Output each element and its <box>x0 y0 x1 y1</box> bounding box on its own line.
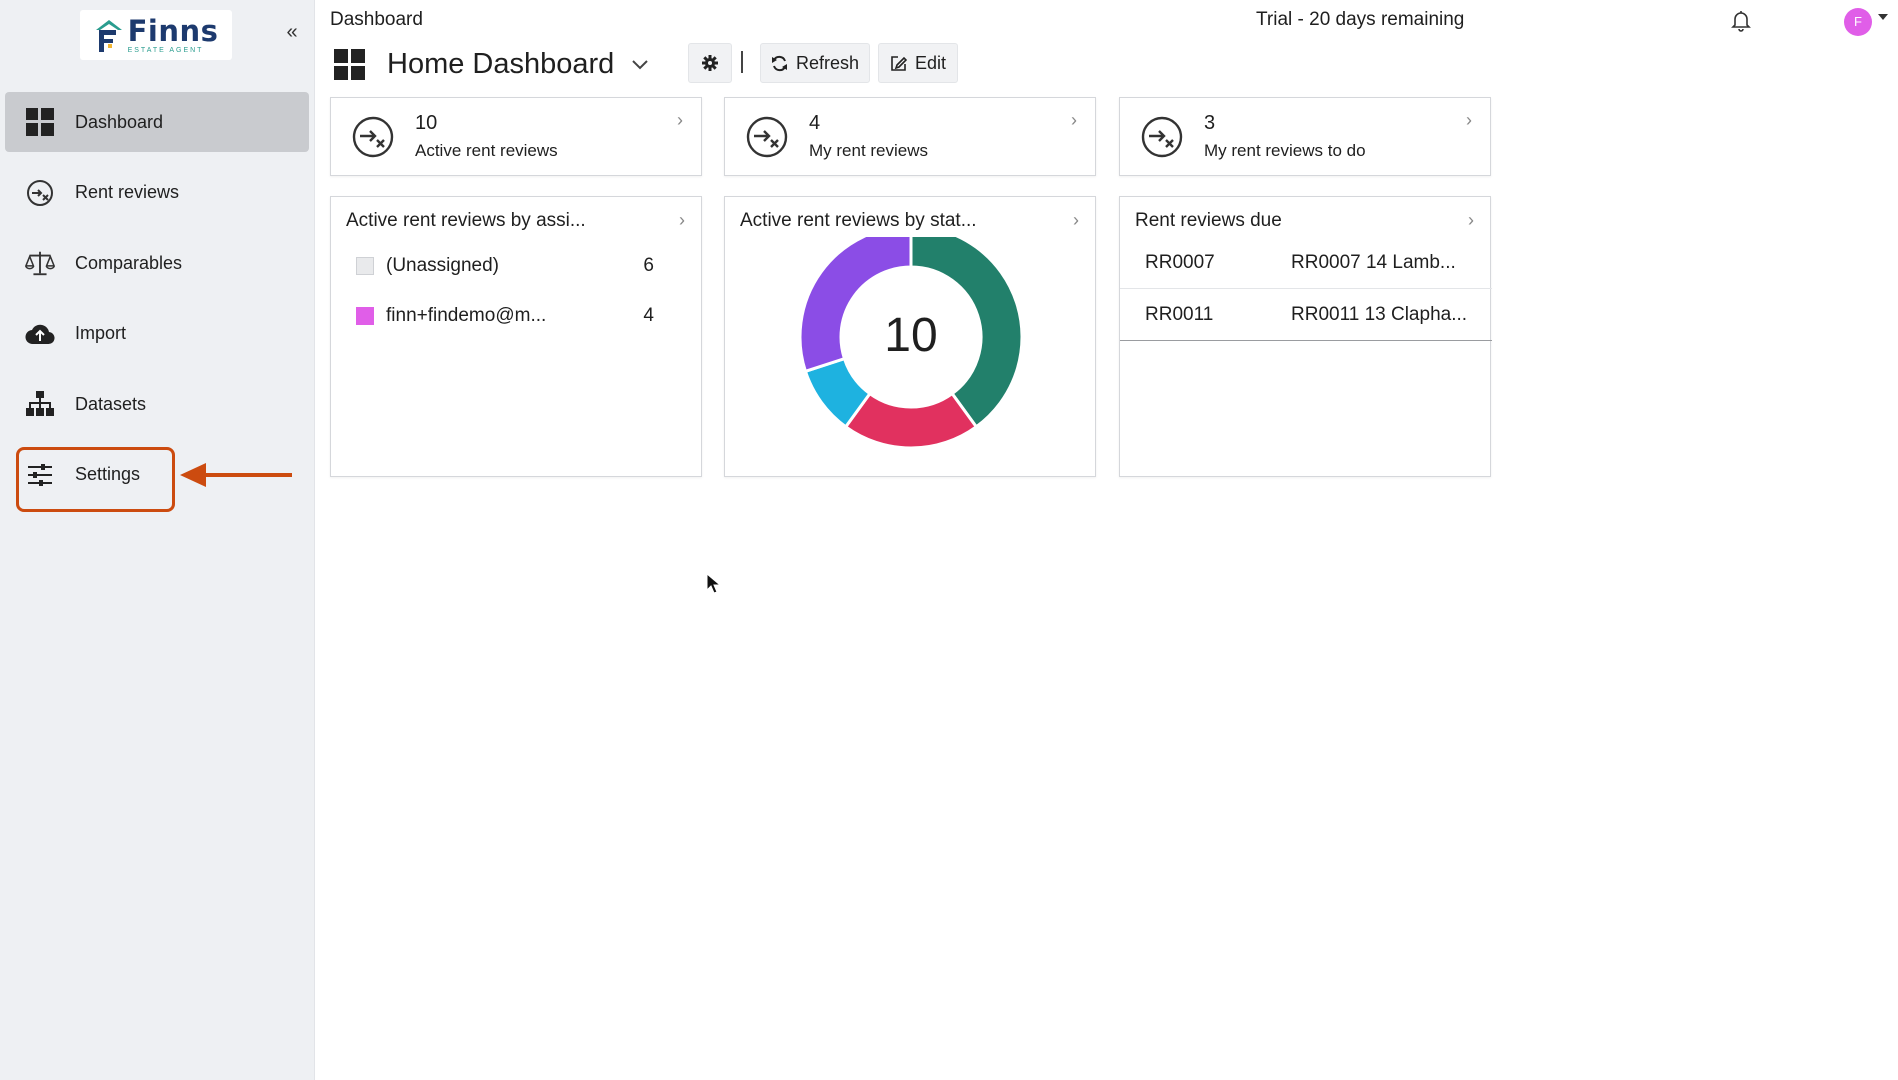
panel-title[interactable]: Active rent reviews by assi... <box>346 210 586 232</box>
page-title: Home Dashboard <box>387 47 615 80</box>
sidebar-item-label: Settings <box>75 464 141 484</box>
stat-label: Active rent reviews <box>415 141 558 160</box>
rent-review-icon <box>25 178 55 208</box>
panel-title[interactable]: Rent reviews due <box>1135 210 1282 232</box>
panel-rent-reviews-due: Rent reviews due › RR0007 RR0007 14 Lamb… <box>1119 196 1492 477</box>
stat-value: 10 <box>415 112 438 134</box>
dashboard-settings-button[interactable] <box>688 43 732 83</box>
sidebar-nav: Dashboard Rent reviews Comparables Impor… <box>5 92 309 515</box>
rent-review-icon <box>352 116 394 157</box>
edit-icon <box>891 55 907 71</box>
donut-chart[interactable]: 10 <box>725 237 1097 477</box>
review-code: RR0007 <box>1145 251 1215 273</box>
bell-icon[interactable] <box>1729 8 1753 32</box>
legend-label: finn+findemo@m... <box>386 305 547 326</box>
review-code: RR0011 <box>1145 303 1214 325</box>
stat-value: 3 <box>1204 112 1216 134</box>
refresh-button[interactable]: Refresh <box>760 43 870 83</box>
list-item[interactable]: finn+findemo@m... 4 <box>356 301 676 331</box>
logo-subtitle: ESTATE AGENT <box>127 46 204 54</box>
hierarchy-icon <box>25 389 55 419</box>
mouse-cursor-icon <box>706 573 722 594</box>
sidebar-item-datasets[interactable]: Datasets <box>5 374 309 434</box>
app-logo[interactable]: Finns ESTATE AGENT <box>80 10 232 60</box>
legend-swatch <box>356 257 374 275</box>
chevron-right-icon: › <box>677 110 683 130</box>
sliders-icon <box>25 460 55 490</box>
cloud-upload-icon <box>25 319 55 349</box>
sidebar-item-label: Rent reviews <box>75 182 180 202</box>
sidebar-item-label: Import <box>75 323 127 343</box>
legend-value: 6 <box>643 255 654 276</box>
panel-reviews-by-status: Active rent reviews by stat... › 10 <box>724 196 1096 477</box>
donut-center-total: 10 <box>884 309 937 362</box>
chevron-right-icon: › <box>1466 110 1472 130</box>
toolbar-divider <box>741 51 743 73</box>
table-row[interactable]: RR0007 RR0007 14 Lamb... <box>1120 237 1492 289</box>
chevron-down-icon[interactable] <box>630 54 650 74</box>
stat-card-my-rent-reviews[interactable]: 4 My rent reviews › <box>724 97 1096 176</box>
scales-icon <box>25 248 55 278</box>
chevron-right-icon[interactable]: › <box>1468 210 1474 231</box>
trial-status: Trial - 20 days remaining <box>1256 9 1465 30</box>
sidebar-item-dashboard[interactable]: Dashboard <box>5 92 309 152</box>
refresh-label: Refresh <box>795 52 860 73</box>
sidebar-item-label: Datasets <box>75 393 147 414</box>
chevron-right-icon[interactable]: › <box>679 210 685 231</box>
refresh-icon <box>771 55 787 71</box>
chevron-down-icon[interactable] <box>1878 14 1888 20</box>
sidebar-item-rent-reviews[interactable]: Rent reviews <box>5 163 309 223</box>
review-description: RR0007 14 Lamb... <box>1291 251 1456 273</box>
collapse-sidebar-button[interactable]: « <box>282 22 302 42</box>
stat-card-active-rent-reviews[interactable]: 10 Active rent reviews › <box>330 97 702 176</box>
dashboard-grid-icon <box>334 48 365 80</box>
stat-label: My rent reviews to do <box>1204 141 1366 160</box>
edit-button[interactable]: Edit <box>878 43 958 83</box>
dashboard-grid-icon <box>25 107 55 137</box>
review-description: RR0011 13 Clapha... <box>1291 303 1468 325</box>
logo-name: Finns <box>127 13 219 48</box>
sidebar-item-label: Dashboard <box>75 111 164 132</box>
main-content: Dashboard Trial - 20 days remaining F Ho… <box>316 0 1898 1080</box>
rent-review-icon <box>1141 116 1183 157</box>
stat-card-my-rent-reviews-to-do[interactable]: 3 My rent reviews to do › <box>1119 97 1491 176</box>
panel-title[interactable]: Active rent reviews by stat... <box>740 210 977 232</box>
annotation-arrow-icon <box>180 463 292 487</box>
logo-house-icon <box>95 20 122 52</box>
dashboard-header: Home Dashboard <box>334 42 650 86</box>
edit-label: Edit <box>914 52 947 73</box>
sidebar: Finns ESTATE AGENT « Dashboard Rent revi… <box>0 0 315 1080</box>
avatar[interactable]: F <box>1844 8 1872 36</box>
panel-reviews-by-assignee: Active rent reviews by assi... › (Unassi… <box>330 196 702 477</box>
stat-value: 4 <box>809 112 821 134</box>
sidebar-item-import[interactable]: Import <box>5 304 309 364</box>
breadcrumb[interactable]: Dashboard <box>330 9 423 31</box>
list-item[interactable]: (Unassigned) 6 <box>356 251 676 281</box>
legend-label: (Unassigned) <box>386 255 499 276</box>
rent-review-icon <box>746 116 788 157</box>
table-row[interactable]: RR0011 RR0011 13 Clapha... <box>1120 289 1492 341</box>
chevron-right-icon: › <box>1071 110 1077 130</box>
sidebar-item-label: Comparables <box>75 252 183 273</box>
legend-value: 4 <box>643 305 654 326</box>
gear-icon <box>702 55 718 71</box>
stat-label: My rent reviews <box>809 141 929 160</box>
chevron-right-icon[interactable]: › <box>1073 210 1079 231</box>
legend-swatch <box>356 307 374 325</box>
sidebar-item-comparables[interactable]: Comparables <box>5 233 309 293</box>
